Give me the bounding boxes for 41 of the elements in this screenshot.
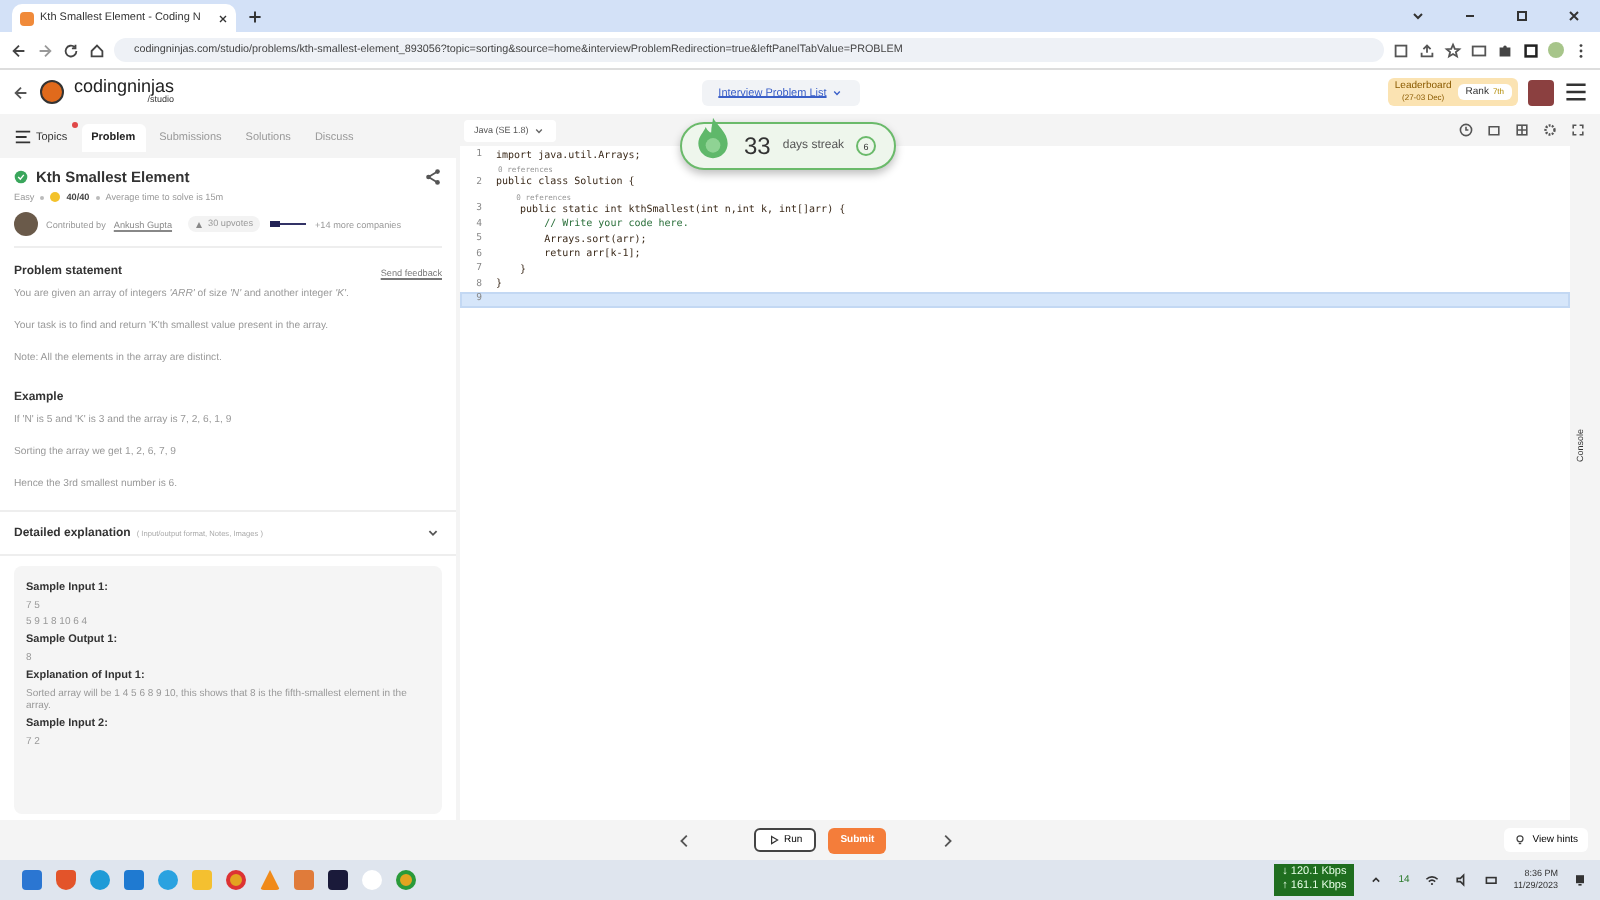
share-icon[interactable] bbox=[424, 167, 442, 185]
close-icon[interactable] bbox=[1564, 6, 1584, 26]
lightbulb-icon bbox=[1514, 834, 1527, 846]
caret-icon bbox=[532, 123, 547, 137]
clock-icon[interactable] bbox=[1458, 122, 1474, 138]
restore-icon[interactable] bbox=[1512, 6, 1532, 26]
coin-icon bbox=[50, 192, 61, 202]
forward-arrow-icon[interactable] bbox=[36, 41, 54, 59]
logo-text: codingninjas bbox=[74, 78, 175, 97]
new-tab-icon[interactable] bbox=[248, 10, 262, 24]
shield-icon[interactable] bbox=[56, 870, 76, 890]
close-icon[interactable] bbox=[218, 13, 228, 23]
play-icon bbox=[768, 834, 780, 846]
speaker-icon[interactable] bbox=[1453, 872, 1470, 888]
menu-icon[interactable] bbox=[1564, 80, 1589, 104]
battery-icon[interactable] bbox=[1483, 872, 1500, 888]
avatar bbox=[14, 212, 38, 236]
upvote-icon bbox=[194, 219, 205, 230]
back-arrow-icon[interactable] bbox=[10, 41, 28, 59]
streak-count: 33 bbox=[744, 132, 771, 160]
chevron-up-icon[interactable] bbox=[1368, 872, 1385, 888]
layout-icon[interactable] bbox=[1514, 122, 1530, 138]
menu-icon bbox=[14, 128, 32, 146]
logo-icon bbox=[40, 80, 64, 104]
wifi-icon[interactable] bbox=[1423, 872, 1440, 888]
windows-start-icon[interactable] bbox=[22, 870, 42, 890]
logo-icon bbox=[20, 11, 34, 25]
share-icon[interactable] bbox=[1418, 41, 1436, 59]
home-icon[interactable] bbox=[88, 41, 106, 59]
settings-icon[interactable] bbox=[1542, 122, 1558, 138]
separator-dot bbox=[40, 195, 45, 199]
separator-dot bbox=[95, 195, 100, 199]
caret-icon bbox=[830, 85, 845, 99]
dark-square-icon[interactable] bbox=[328, 870, 348, 890]
company-logo-icon bbox=[267, 218, 307, 230]
fullscreen-icon[interactable] bbox=[1570, 122, 1586, 138]
star-icon[interactable] bbox=[1444, 41, 1462, 59]
notification-icon[interactable] bbox=[1572, 872, 1588, 888]
avatar[interactable] bbox=[1528, 79, 1555, 105]
reload-icon[interactable] bbox=[62, 41, 80, 59]
back-arrow-icon[interactable] bbox=[12, 83, 30, 101]
